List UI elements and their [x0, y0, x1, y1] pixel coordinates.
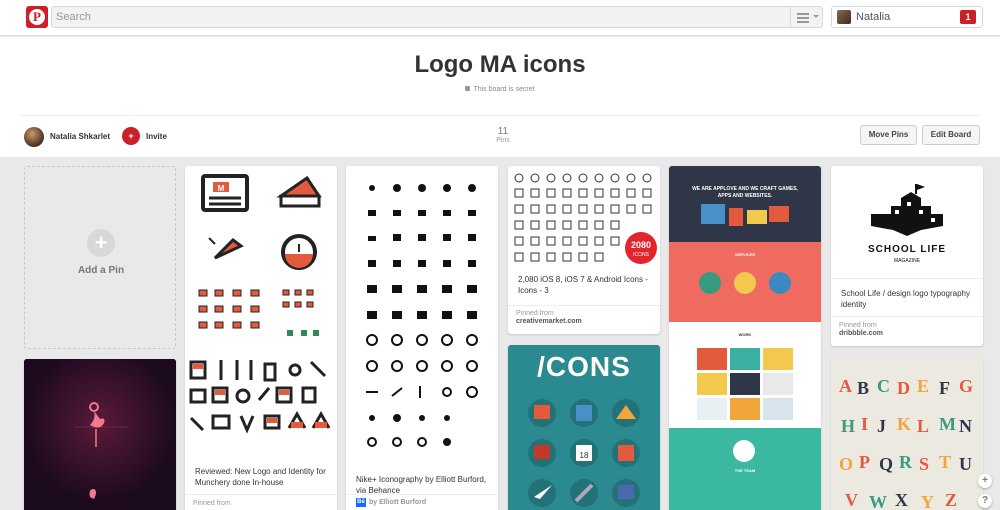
svg-text:A: A [839, 376, 852, 396]
hero-text: WE ARE APPLOVE AND WE CRAFT GAMES, APPS … [692, 186, 798, 199]
munchery-icons-image: M [185, 174, 337, 451]
logo-subtitle: MAGAZINE [894, 258, 921, 264]
user-name: Natalia [856, 11, 891, 23]
lock-icon [465, 86, 471, 91]
menu-icon [797, 13, 809, 15]
avatar [837, 10, 851, 24]
pin-card[interactable] [24, 359, 176, 510]
logo-title: SCHOOL LIFE [868, 244, 946, 255]
add-pin-label: Add a Pin [77, 265, 125, 276]
svg-text:F: F [939, 378, 950, 398]
work-section: WORK [669, 322, 821, 428]
move-pins-button[interactable]: Move Pins [860, 125, 917, 145]
pinned-from-label: Pinned from [839, 322, 877, 329]
pin-source[interactable]: by Elliott Burford [369, 499, 426, 506]
pins-label: Pins [496, 137, 510, 144]
add-pin-card[interactable]: + Add a Pin [24, 166, 176, 349]
badge-number: 2080 [631, 240, 651, 250]
flat-icons-image: 18 [528, 399, 640, 507]
invite-icon[interactable]: + [122, 127, 140, 145]
pin-description: 2,080 iOS 8, iOS 7 & Android Icons - Ico… [518, 275, 648, 295]
behance-icon: Bē [356, 498, 366, 507]
svg-text:I: I [861, 414, 868, 434]
edit-board-button[interactable]: Edit Board [922, 125, 980, 145]
plus-icon: + [87, 229, 115, 257]
search-placeholder: Search [56, 11, 91, 23]
chevron-down-icon [813, 15, 819, 18]
svg-text:R: R [899, 452, 913, 472]
pin-card[interactable]: WE ARE APPLOVE AND WE CRAFT GAMES, APPS … [669, 166, 821, 510]
category-menu-button[interactable] [790, 7, 822, 27]
pin-card[interactable]: SCHOOL LIFE MAGAZINE School Life / desig… [831, 166, 983, 346]
icons-grid-image: 2080 ICONS [514, 173, 657, 264]
secret-note: This board is secret [0, 86, 1000, 93]
owner-avatar[interactable] [24, 127, 44, 147]
pin-description: Nike+ Iconography by Elliott Burford, vi… [356, 475, 487, 495]
page-title: Logo MA icons [414, 51, 586, 78]
svg-text:L: L [917, 416, 929, 436]
services-section: SERVICES [669, 242, 821, 322]
svg-text:C: C [877, 376, 890, 396]
help-button[interactable]: ? [978, 494, 992, 508]
pin-card[interactable]: 2080 ICONS 2,080 iOS 8, iOS 7 & Android … [508, 166, 660, 334]
svg-text:Z: Z [945, 490, 957, 510]
board-header: Logo MA icons This board is secret Natal… [0, 37, 1000, 157]
user-menu-button[interactable]: Natalia 1 [831, 6, 983, 28]
badge-text: ICONS [633, 252, 650, 258]
svg-text:U: U [959, 454, 972, 474]
school-life-logo: SCHOOL LIFE MAGAZINE [868, 184, 946, 264]
svg-text:E: E [917, 376, 929, 396]
website-hero: WE ARE APPLOVE AND WE CRAFT GAMES, APPS … [669, 166, 821, 242]
divider [20, 115, 980, 116]
svg-text:G: G [959, 376, 973, 396]
svg-text:Q: Q [879, 454, 893, 474]
svg-text:T: T [939, 452, 951, 472]
svg-text:M: M [218, 184, 225, 193]
logo-letter: P [29, 9, 45, 25]
pinned-from-label: Pinned from [516, 310, 554, 317]
pin-card[interactable]: M Reviewed: New Logo and Identity for Mu… [185, 166, 337, 510]
pin-description: Reviewed: New Logo and Identity for Munc… [195, 467, 326, 487]
pinned-from-label: Pinned from [193, 500, 231, 507]
search-input[interactable]: Search [51, 6, 823, 28]
svg-text:K: K [897, 414, 911, 434]
top-bar: P Search Natalia 1 [0, 0, 1000, 36]
svg-text:B: B [857, 378, 869, 398]
svg-text:V: V [845, 490, 858, 510]
pin-source[interactable]: dribbble.com [839, 330, 883, 337]
svg-text:X: X [895, 490, 908, 510]
animal-alphabet-image: ABCDEFG HIJKLMN OPQRSTU VWXYZ [839, 376, 973, 510]
nike-icons-image [366, 184, 478, 447]
pinterest-logo[interactable]: P [26, 6, 48, 28]
notification-badge[interactable]: 1 [960, 10, 976, 24]
pins-count: 11 [497, 126, 509, 137]
pin-description: School Life / design logo typography ide… [841, 289, 970, 309]
pin-card[interactable]: ABCDEFG HIJKLMN OPQRSTU VWXYZ [831, 358, 983, 510]
svg-text:H: H [841, 416, 855, 436]
flamingo-image [24, 359, 176, 510]
pin-card[interactable]: /CONS 18 [508, 345, 660, 510]
pin-card[interactable]: Nike+ Iconography by Elliott Burford, vi… [346, 166, 498, 510]
team-section: THE TEAM [669, 428, 821, 510]
svg-text:M: M [939, 414, 956, 434]
svg-text:18: 18 [580, 451, 589, 460]
svg-text:J: J [877, 416, 886, 436]
svg-text:O: O [839, 454, 853, 474]
owner-name-link[interactable]: Natalia Shkarlet [50, 132, 110, 141]
svg-text:W: W [869, 492, 887, 510]
svg-text:D: D [897, 378, 910, 398]
svg-text:P: P [859, 452, 870, 472]
invite-button[interactable]: Invite [146, 132, 167, 141]
pin-source[interactable]: creativemarket.com [516, 318, 582, 325]
svg-text:Y: Y [921, 492, 934, 510]
svg-text:N: N [959, 416, 972, 436]
svg-text:S: S [919, 454, 929, 474]
add-pin-floating-button[interactable]: + [978, 474, 992, 488]
